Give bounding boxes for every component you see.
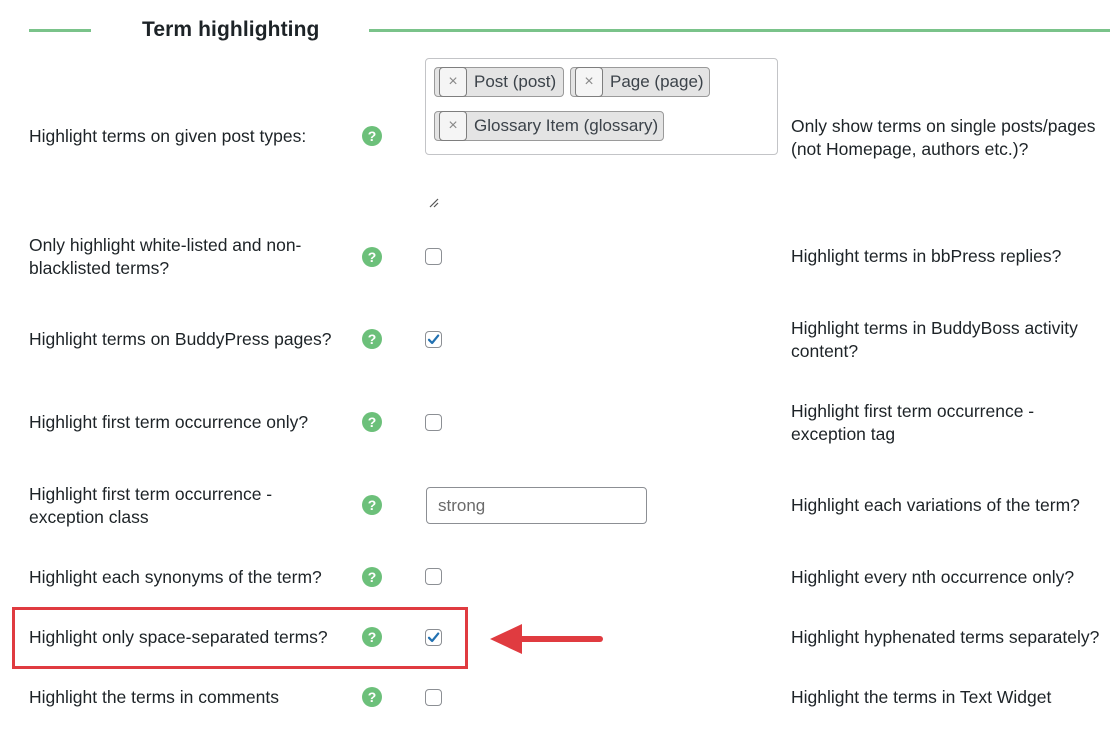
question-icon[interactable]: ? bbox=[362, 126, 382, 146]
chip-label: Post (post) bbox=[474, 72, 557, 91]
right-label-buddyboss: Highlight terms in BuddyBoss activity co… bbox=[791, 318, 1078, 361]
right-label-hyphenated: Highlight hyphenated terms separately? bbox=[791, 627, 1100, 647]
right-label-single-posts: Only show terms on single posts/pages (n… bbox=[791, 116, 1096, 159]
resize-handle-icon[interactable] bbox=[428, 197, 440, 209]
question-icon[interactable]: ? bbox=[362, 687, 382, 707]
exception-class-input[interactable] bbox=[426, 487, 647, 524]
comments-checkbox[interactable] bbox=[425, 689, 442, 706]
first-occurrence-label: Highlight first term occurrence only? bbox=[29, 412, 309, 432]
annotation-highlight-box bbox=[12, 607, 468, 669]
right-label-variations: Highlight each variations of the term? bbox=[791, 495, 1080, 515]
question-icon[interactable]: ? bbox=[362, 495, 382, 515]
chip-label: Glossary Item (glossary) bbox=[474, 116, 659, 135]
buddypress-label: Highlight terms on BuddyPress pages? bbox=[29, 329, 332, 349]
annotation-arrow-icon bbox=[490, 624, 603, 654]
chip-label: Page (page) bbox=[610, 72, 704, 91]
post-types-label: Highlight terms on given post types: bbox=[29, 126, 307, 146]
section-divider-right bbox=[369, 29, 1110, 32]
question-icon[interactable]: ? bbox=[362, 247, 382, 267]
synonyms-checkbox[interactable] bbox=[425, 568, 442, 585]
checkmark-icon bbox=[427, 334, 440, 345]
chip-page: × Page (page) bbox=[570, 67, 710, 97]
chip-remove-icon[interactable]: × bbox=[439, 111, 467, 141]
whitelist-checkbox[interactable] bbox=[425, 248, 442, 265]
whitelist-label: Only highlight white-listed and non-blac… bbox=[29, 235, 302, 278]
right-label-bbpress: Highlight terms in bbPress replies? bbox=[791, 246, 1062, 266]
section-divider-left bbox=[29, 29, 91, 32]
section-title: Term highlighting bbox=[142, 18, 320, 41]
chip-remove-icon[interactable]: × bbox=[575, 67, 603, 97]
right-label-text-widget: Highlight the terms in Text Widget bbox=[791, 687, 1052, 707]
question-icon[interactable]: ? bbox=[362, 329, 382, 349]
chip-remove-icon[interactable]: × bbox=[439, 67, 467, 97]
chip-post: × Post (post) bbox=[434, 67, 564, 97]
post-types-multiselect[interactable]: × Post (post) × Page (page) × Glossary I… bbox=[425, 58, 778, 155]
buddypress-checkbox[interactable] bbox=[425, 331, 442, 348]
chip-glossary: × Glossary Item (glossary) bbox=[434, 111, 664, 141]
exception-class-label: Highlight first term occurrence - except… bbox=[29, 484, 273, 527]
first-occurrence-checkbox[interactable] bbox=[425, 414, 442, 431]
right-label-exception-tag: Highlight first term occurrence - except… bbox=[791, 401, 1035, 444]
question-icon[interactable]: ? bbox=[362, 412, 382, 432]
comments-label: Highlight the terms in comments bbox=[29, 687, 279, 707]
question-icon[interactable]: ? bbox=[362, 567, 382, 587]
right-label-nth-occurrence: Highlight every nth occurrence only? bbox=[791, 567, 1075, 587]
synonyms-label: Highlight each synonyms of the term? bbox=[29, 567, 322, 587]
